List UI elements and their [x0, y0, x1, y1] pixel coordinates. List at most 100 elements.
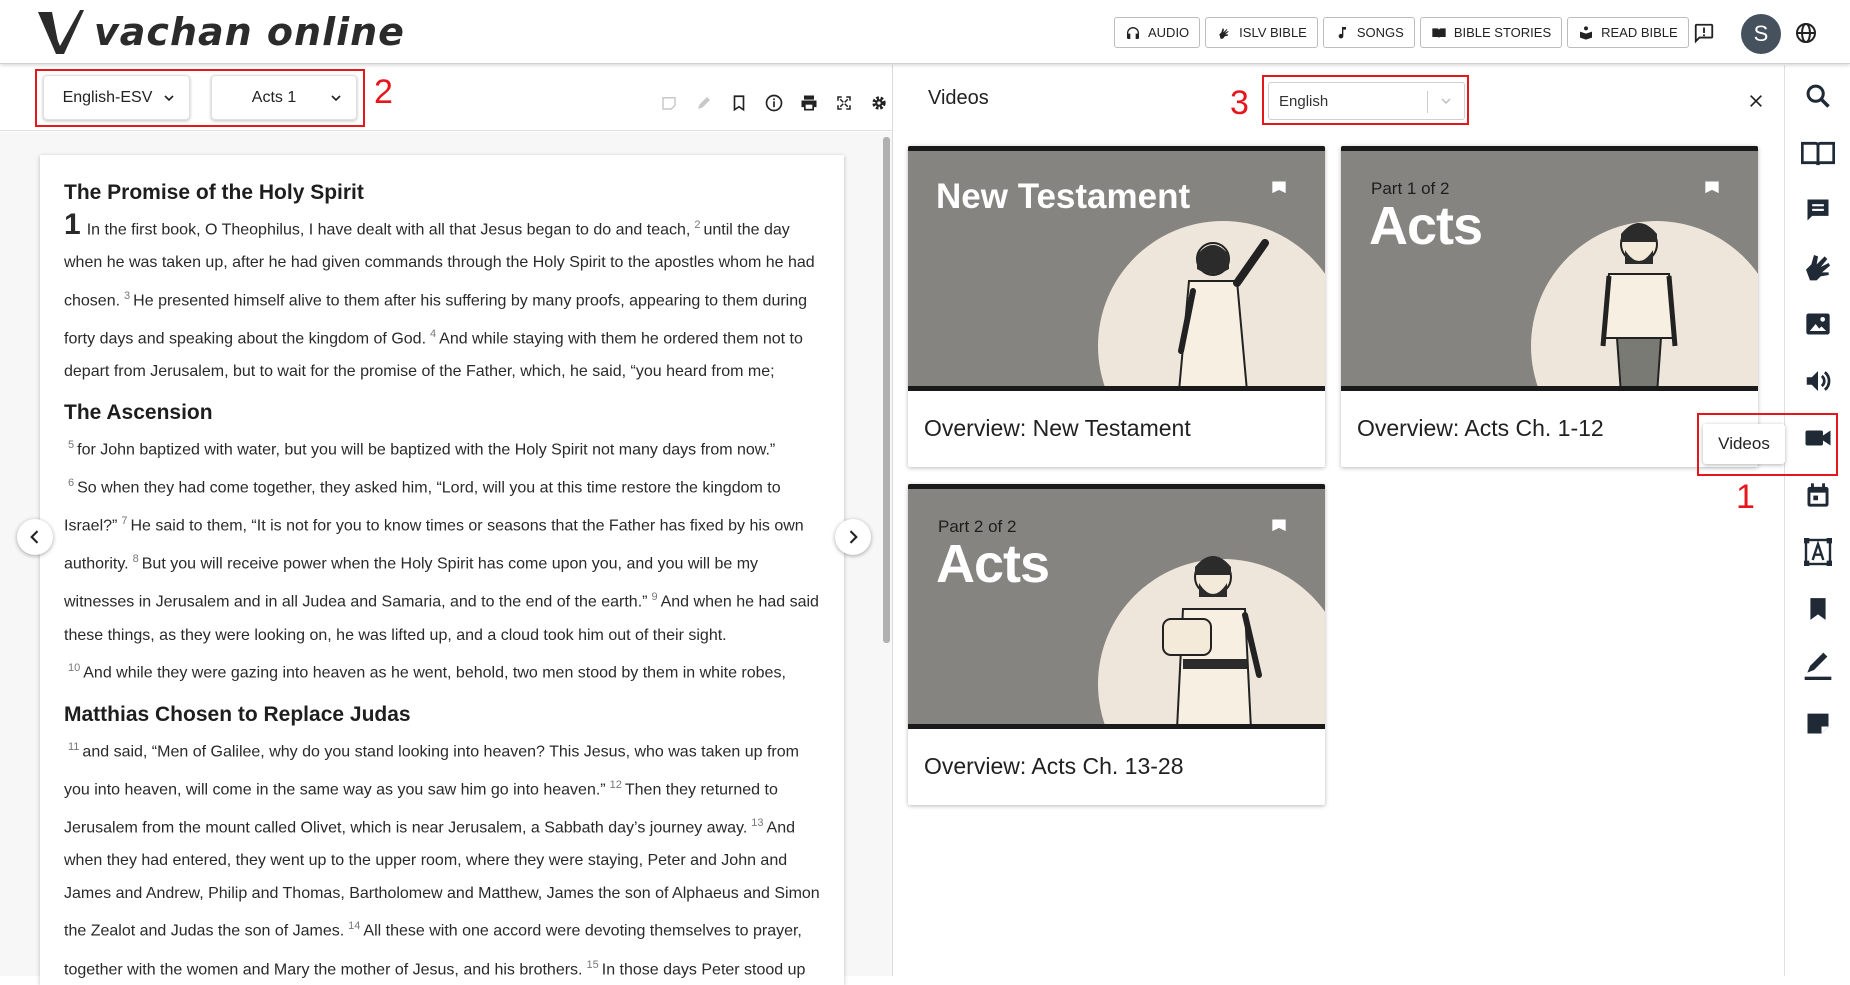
- video-language-value: English: [1279, 93, 1329, 110]
- globe-icon: [1796, 23, 1816, 43]
- video-thumbnail: Part 2 of 2 Acts: [908, 484, 1325, 729]
- verse-number: 3: [124, 289, 131, 302]
- quill-logo-icon: [38, 10, 84, 54]
- verse-paragraph: 1 In the first book, O Theophilus, I have…: [64, 209, 820, 389]
- video-card[interactable]: Part 1 of 2 Acts Overview: Acts Ch. 1-12: [1341, 146, 1758, 467]
- verse-number: 4: [430, 328, 437, 341]
- rail-dictionary-button[interactable]: [1797, 531, 1839, 573]
- close-icon: [1750, 95, 1762, 107]
- verse-number: 6: [68, 477, 75, 490]
- figure-illustration: [1600, 223, 1678, 386]
- verse-number: 9: [651, 591, 658, 604]
- rail-reading-plan-button[interactable]: [1797, 474, 1839, 516]
- fullscreen-icon: [837, 96, 851, 110]
- verse-number: 10: [68, 662, 81, 675]
- video-caption: Overview: Acts Ch. 1-12: [1357, 415, 1604, 441]
- rail-bookmarks-button[interactable]: [1797, 588, 1839, 630]
- bible-stories-label: BIBLE STORIES: [1453, 25, 1552, 40]
- islv-bible-button[interactable]: ISLV BIBLE: [1205, 17, 1318, 48]
- next-chapter-button[interactable]: [835, 519, 871, 555]
- rail-bible-button[interactable]: [1797, 132, 1839, 174]
- language-button[interactable]: [1792, 19, 1820, 47]
- fullscreen-tool-button[interactable]: [831, 92, 857, 114]
- chevron-down-icon: [1441, 98, 1451, 104]
- section-heading: Matthias Chosen to Replace Judas: [64, 702, 411, 726]
- info-tool-button[interactable]: [761, 92, 787, 114]
- rail-commentary-button[interactable]: [1797, 189, 1839, 231]
- pen-icon: [698, 97, 710, 109]
- rail-sign-language-button[interactable]: [1797, 246, 1839, 288]
- video-caption: Overview: Acts Ch. 13-28: [924, 753, 1184, 779]
- feedback-icon: [1694, 23, 1714, 44]
- previous-chapter-button[interactable]: [17, 519, 53, 555]
- songs-label: SONGS: [1356, 25, 1404, 40]
- highlight-tool-button[interactable]: [691, 92, 717, 114]
- video-language-select[interactable]: English: [1268, 82, 1465, 120]
- feedback-button[interactable]: [1691, 20, 1717, 46]
- rail-highlights-button[interactable]: [1797, 645, 1839, 687]
- bookmark-tool-button[interactable]: [726, 92, 752, 114]
- close-videos-button[interactable]: [1744, 89, 1768, 113]
- songs-button[interactable]: SONGS: [1322, 17, 1415, 48]
- audio-button[interactable]: AUDIO: [1114, 17, 1201, 48]
- settings-tool-button[interactable]: [866, 92, 892, 114]
- note-outline-icon: [662, 97, 676, 110]
- video-card[interactable]: Part 2 of 2 Acts Overview: Acts Ch. 13-2…: [908, 484, 1325, 805]
- right-rail: [1784, 65, 1850, 976]
- note-tool-button[interactable]: [656, 92, 682, 114]
- bible-stories-button[interactable]: BIBLE STORIES: [1419, 17, 1563, 48]
- sign-language-icon: [1806, 255, 1830, 281]
- read-bible-button[interactable]: READ BIBLE: [1567, 17, 1689, 48]
- rail-search-button[interactable]: [1797, 75, 1839, 117]
- verse-text: for John baptized with water, but you wi…: [77, 441, 776, 459]
- bookmark-flag-icon: [1272, 181, 1286, 194]
- dictionary-icon: [1804, 538, 1832, 566]
- verse-number: 12: [609, 778, 622, 791]
- verse-number: 7: [121, 515, 128, 528]
- annotation-box-2: [35, 69, 365, 127]
- search-icon: [1806, 84, 1830, 108]
- rail-audio-button[interactable]: [1797, 360, 1839, 402]
- app-logo[interactable]: vachan online: [34, 6, 405, 58]
- reader-scrollbar[interactable]: [883, 137, 890, 643]
- verse-number: 14: [348, 920, 361, 933]
- read-bible-label: READ BIBLE: [1601, 25, 1678, 40]
- rail-image-button[interactable]: [1797, 303, 1839, 345]
- rail-notes-button[interactable]: [1797, 702, 1839, 744]
- bookmark-outline-icon: [733, 95, 745, 112]
- note-icon: [1807, 713, 1829, 734]
- reader-tools: [656, 92, 892, 114]
- annotation-label-3: 3: [1230, 84, 1249, 122]
- video-caption: Overview: New Testament: [924, 415, 1191, 441]
- section-heading: The Ascension: [64, 400, 213, 424]
- videos-title: Videos: [928, 87, 989, 109]
- verse-paragraph: 11 and said, “Men of Galilee, why do you …: [64, 731, 820, 985]
- bible-icon: [1801, 141, 1835, 166]
- verse-text: And while they were gazing into heaven a…: [83, 664, 786, 682]
- verse-number: 15: [586, 958, 599, 971]
- book-reader-icon: [1580, 25, 1593, 40]
- bookmark-icon: [1810, 598, 1826, 620]
- thumbnail-title: Acts: [1369, 196, 1483, 256]
- highlight-pen-icon: [1804, 652, 1832, 680]
- pane-divider: [892, 65, 893, 976]
- annotation-label-1: 1: [1736, 478, 1755, 516]
- print-tool-button[interactable]: [796, 92, 822, 114]
- verse-text: And when they had entered, they went up …: [64, 819, 820, 940]
- annotation-label-2: 2: [374, 73, 393, 111]
- bookmark-flag-icon: [1705, 181, 1719, 194]
- verse-number: 2: [694, 219, 701, 231]
- video-thumbnail: Part 1 of 2 Acts: [1341, 146, 1758, 391]
- figure-illustration: [1162, 556, 1262, 724]
- user-avatar[interactable]: S: [1741, 14, 1781, 54]
- select-separator: [1427, 91, 1428, 113]
- gear-icon: [872, 96, 886, 110]
- section-3: Matthias Chosen to Replace Judas 11 and s…: [64, 703, 820, 985]
- verse-number: 11: [68, 740, 80, 753]
- chapter-number: 1: [64, 208, 81, 242]
- video-card[interactable]: New Testament Overview: New Testament: [908, 146, 1325, 467]
- section-heading: The Promise of the Holy Spirit: [64, 181, 364, 204]
- image-icon: [1806, 313, 1830, 335]
- book-open-icon: [1432, 27, 1446, 38]
- logo-text: vachan online: [94, 10, 405, 54]
